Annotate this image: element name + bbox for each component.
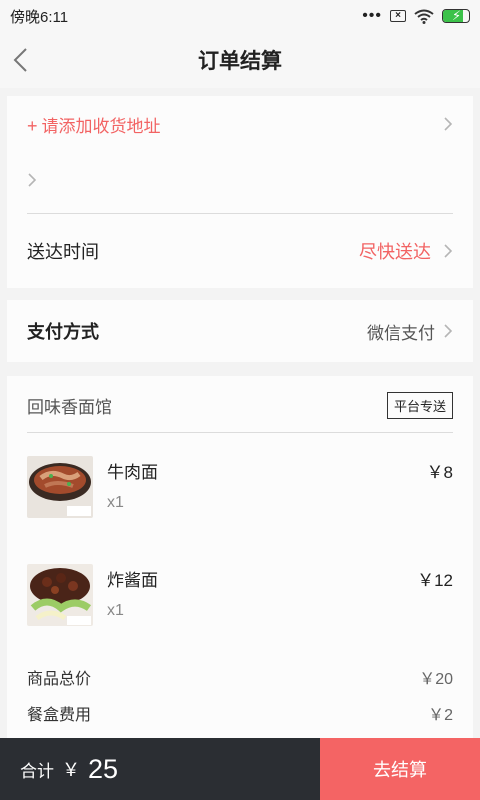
box-fee-row: 餐盒费用 ￥2 — [27, 700, 453, 726]
sim-disabled-icon: × — [390, 10, 406, 22]
total-area: 合计 ￥ 25 — [0, 738, 320, 800]
divider — [27, 432, 453, 433]
more-dots-icon: ••• — [362, 7, 382, 24]
delivery-tag: 平台专送 — [386, 391, 453, 419]
goods-total-row: 商品总价 ￥20 — [27, 664, 453, 690]
plus-icon: + — [27, 115, 38, 136]
checkout-button[interactable]: 去结算 — [320, 738, 480, 800]
delivery-time-label: 送达时间 — [27, 242, 99, 262]
order-item: 炸酱面 x1 ￥12 — [27, 564, 453, 628]
item-price: ￥8 — [426, 463, 453, 482]
address-card: + 请添加收货地址 送达时间 尽快送达 — [7, 96, 473, 288]
total-label: 合计 — [20, 761, 54, 781]
payment-card: 支付方式 微信支付 — [7, 300, 473, 362]
battery-charging-icon: ⚡ — [442, 9, 470, 23]
wifi-icon — [414, 9, 434, 24]
box-fee-label: 餐盒费用 — [27, 707, 92, 724]
status-bar: 傍晚6:11 ••• × ⚡ — [0, 0, 480, 32]
payment-method-label: 支付方式 — [27, 322, 99, 342]
beef-noodle-image — [27, 456, 93, 518]
box-fee-value: ￥2 — [428, 707, 453, 724]
chevron-right-icon — [444, 324, 453, 338]
payment-method-row[interactable]: 支付方式 微信支付 — [27, 316, 453, 346]
currency-symbol: ￥ — [62, 760, 80, 780]
item-name: 炸酱面 — [107, 571, 158, 590]
item-name: 牛肉面 — [107, 463, 158, 482]
goods-total-value: ￥20 — [419, 671, 453, 688]
status-icons: ••• × ⚡ — [362, 8, 470, 24]
item-quantity: x1 — [107, 602, 124, 619]
chevron-left-icon[interactable] — [10, 46, 34, 74]
divider — [27, 213, 453, 214]
zhajiang-noodle-image — [27, 564, 93, 626]
item-price: ￥12 — [417, 571, 453, 590]
add-address-label: + 请添加收货地址 — [27, 112, 443, 137]
add-address-text: 请添加收货地址 — [41, 116, 161, 136]
delivery-time-row[interactable]: 送达时间 尽快送达 — [27, 236, 453, 266]
order-item: 牛肉面 x1 ￥8 — [27, 456, 453, 520]
shop-row: 回味香面馆 平台专送 — [27, 390, 453, 420]
order-card: 回味香面馆 平台专送 牛肉面 x1 ￥8 炸酱面 x1 ￥12 商品总价 ￥20… — [7, 376, 473, 738]
add-address-row[interactable]: + 请添加收货地址 — [27, 110, 453, 138]
address-detail-row[interactable] — [27, 168, 453, 192]
goods-total-label: 商品总价 — [27, 671, 92, 688]
delivery-time-value: 尽快送达 — [359, 242, 431, 262]
total-amount: 25 — [88, 753, 119, 784]
payment-method-value: 微信支付 — [367, 323, 435, 343]
checkout-bar: 合计 ￥ 25 去结算 — [0, 738, 480, 800]
shop-name: 回味香面馆 — [27, 397, 112, 417]
nav-bar: 订单结算 — [0, 32, 480, 88]
item-quantity: x1 — [107, 494, 124, 511]
chevron-right-icon — [28, 173, 37, 187]
status-time: 傍晚6:11 — [10, 8, 69, 26]
page-title: 订单结算 — [198, 50, 282, 73]
chevron-right-icon — [444, 244, 453, 258]
chevron-right-icon — [444, 117, 453, 131]
